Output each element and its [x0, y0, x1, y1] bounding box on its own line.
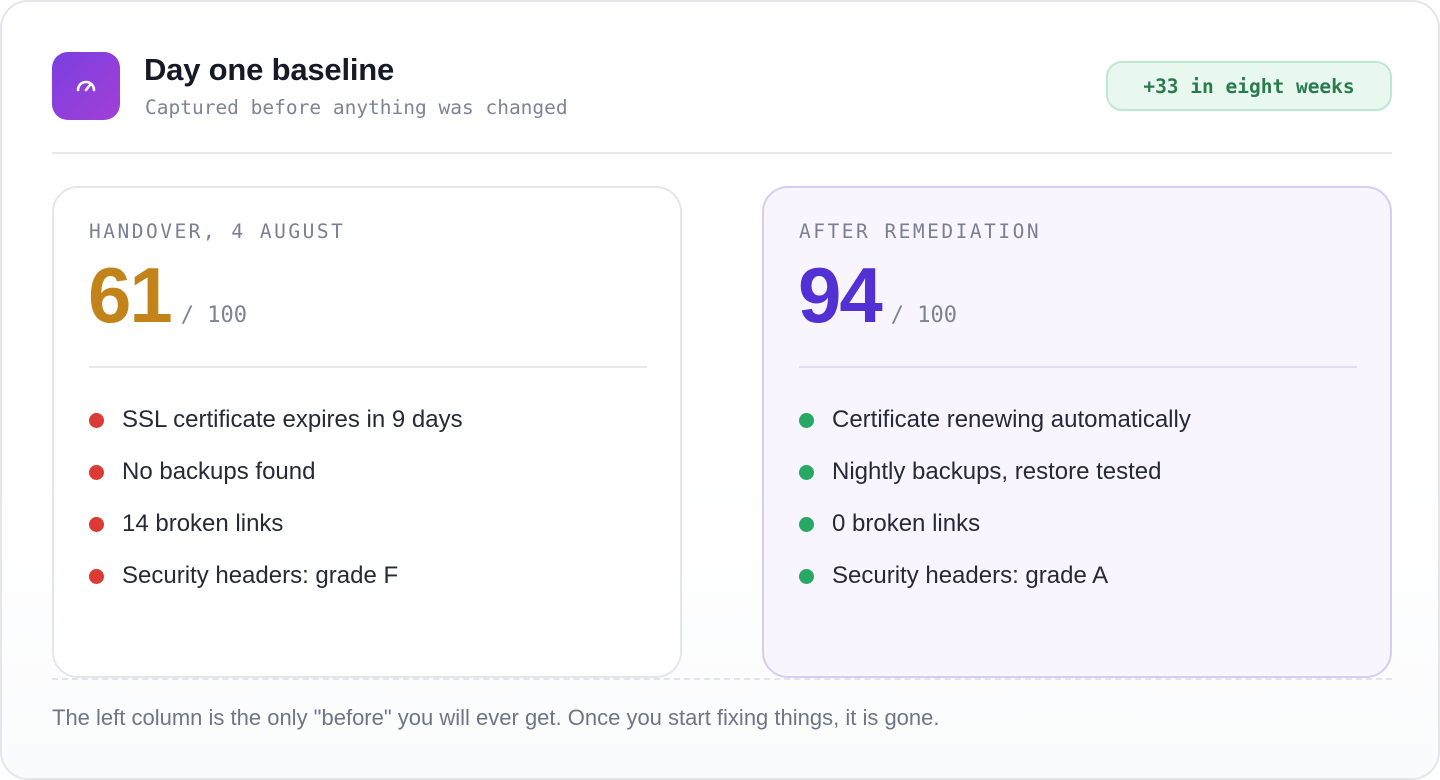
footer-divider — [52, 678, 1392, 680]
after-score: 94 — [798, 251, 883, 339]
gauge-icon — [52, 52, 120, 120]
card-header: Day one baseline Captured before anythin… — [52, 52, 1392, 120]
status-dot-icon — [89, 568, 104, 584]
status-dot-icon — [799, 412, 814, 428]
list-item-text: Security headers: grade A — [832, 562, 1109, 589]
before-divider — [89, 366, 647, 368]
after-score-row: 94 / 100 — [798, 250, 957, 340]
status-dot-icon — [799, 568, 814, 584]
after-label: AFTER REMEDIATION — [799, 220, 1042, 243]
list-item: 0 broken links — [799, 498, 1359, 550]
list-item: 14 broken links — [89, 498, 649, 550]
after-divider — [799, 366, 1357, 368]
before-score-max: / 100 — [180, 303, 247, 328]
page-title: Day one baseline — [144, 52, 395, 87]
before-label: HANDOVER, 4 AUGUST — [89, 220, 346, 243]
status-dot-icon — [89, 464, 104, 480]
list-item-text: Security headers: grade F — [122, 562, 399, 589]
before-checklist: SSL certificate expires in 9 days No bac… — [89, 394, 649, 602]
status-dot-icon — [89, 516, 104, 532]
after-panel: AFTER REMEDIATION 94 / 100 Certificate re… — [762, 186, 1392, 678]
list-item: SSL certificate expires in 9 days — [89, 394, 649, 446]
status-dot-icon — [89, 412, 104, 428]
improvement-badge: +33 in eight weeks — [1106, 61, 1392, 111]
list-item: Nightly backups, restore tested — [799, 446, 1359, 498]
list-item: Security headers: grade F — [89, 550, 649, 602]
after-score-max: / 100 — [890, 303, 957, 328]
list-item-text: 0 broken links — [832, 510, 981, 537]
list-item-text: No backups found — [122, 458, 316, 485]
baseline-card: Day one baseline Captured before anythin… — [0, 0, 1440, 780]
page-subtitle: Captured before anything was changed — [145, 96, 568, 119]
list-item-text: SSL certificate expires in 9 days — [122, 406, 463, 433]
list-item-text: 14 broken links — [122, 510, 284, 537]
status-dot-icon — [799, 464, 814, 480]
list-item: Certificate renewing automatically — [799, 394, 1359, 446]
before-score: 61 — [88, 251, 173, 339]
footer-note: The left column is the only "before" you… — [52, 705, 940, 730]
list-item: Security headers: grade A — [799, 550, 1359, 602]
status-dot-icon — [799, 516, 814, 532]
header-divider — [52, 152, 1392, 154]
before-panel: HANDOVER, 4 AUGUST 61 / 100 SSL certifica… — [52, 186, 682, 678]
before-score-row: 61 / 100 — [88, 250, 247, 340]
after-checklist: Certificate renewing automatically Night… — [799, 394, 1359, 602]
list-item: No backups found — [89, 446, 649, 498]
list-item-text: Certificate renewing automatically — [832, 406, 1191, 433]
list-item-text: Nightly backups, restore tested — [832, 458, 1162, 485]
